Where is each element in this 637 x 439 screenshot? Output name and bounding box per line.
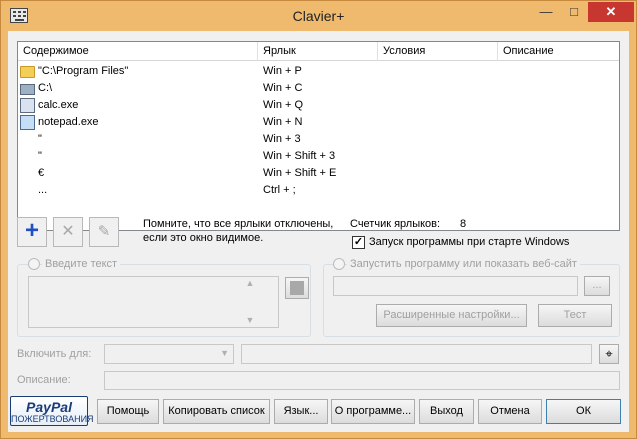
close-button[interactable]: ✕ — [588, 2, 634, 22]
notepad-icon — [20, 115, 35, 130]
window-picker-button[interactable]: ⌖ — [599, 344, 619, 364]
counter-label: Счетчик ярлыков: — [350, 218, 441, 230]
table-row[interactable]: C:\ Win + C — [18, 80, 619, 97]
disabled-note-line1: Помните, что все ярлыки отключены, — [143, 218, 334, 230]
delete-icon: ✕ — [61, 223, 75, 240]
cell-shortcut: Ctrl + ; — [263, 184, 296, 196]
cell-shortcut: Win + P — [263, 65, 302, 77]
startup-label[interactable]: Запуск программы при старте Windows — [369, 236, 569, 248]
paypal-donate-button[interactable]: PayPal ПОЖЕРТВОВАНИЯ — [10, 396, 94, 426]
counter-value: 8 — [460, 218, 467, 230]
cell-shortcut: Win + N — [263, 116, 303, 128]
column-header-shortcut[interactable]: Ярлык — [258, 42, 378, 61]
copy-list-button[interactable]: Копировать список — [163, 399, 270, 424]
table-row[interactable]: notepad.exe Win + N — [18, 114, 619, 131]
help-button[interactable]: Помощь — [97, 399, 159, 424]
browse-button[interactable]: ... — [584, 276, 610, 296]
cell-content: C:\ — [38, 82, 53, 94]
table-row[interactable]: ... Ctrl + ; — [18, 182, 619, 199]
cell-content: " — [38, 133, 42, 145]
ok-button[interactable]: ОК — [546, 399, 621, 424]
paypal-logo: PayPal — [26, 399, 72, 415]
column-header-conditions[interactable]: Условия — [378, 42, 498, 61]
chevron-down-icon: ▼ — [220, 348, 229, 358]
startup-checkbox[interactable]: ✓ — [352, 236, 365, 249]
crosshair-icon: ⌖ — [605, 346, 613, 361]
pencil-icon: ✎ — [97, 223, 111, 240]
dialog-client: Содержимое Ярлык Условия Описание "C:\Pr… — [8, 31, 629, 432]
cell-content: notepad.exe — [38, 116, 99, 128]
program-input[interactable] — [333, 276, 578, 296]
plus-icon: + — [24, 217, 39, 244]
program-radio[interactable] — [333, 258, 345, 270]
description-label: Описание: — [17, 374, 71, 386]
table-row[interactable]: " Win + 3 — [18, 131, 619, 148]
text-input[interactable] — [28, 276, 279, 328]
exit-button[interactable]: Выход — [419, 399, 474, 424]
column-header-description[interactable]: Описание — [498, 42, 619, 61]
title-bar[interactable]: Clavier+ — □ ✕ — [1, 1, 636, 31]
advanced-settings-button[interactable]: Расширенные настройки... — [376, 304, 527, 327]
cell-content: " — [38, 150, 42, 162]
shortcuts-list[interactable]: Содержимое Ярлык Условия Описание "C:\Pr… — [17, 41, 620, 231]
add-shortcut-button[interactable]: + — [17, 217, 47, 247]
cell-content: calc.exe — [38, 99, 79, 111]
cell-shortcut: Win + Shift + E — [263, 167, 337, 179]
drive-icon — [20, 84, 35, 95]
minimize-button[interactable]: — — [531, 2, 561, 22]
disabled-note-line2: если это окно видимое. — [143, 232, 264, 244]
text-radio[interactable] — [28, 258, 40, 270]
scroll-up-icon[interactable]: ▲ — [244, 277, 256, 289]
description-input[interactable] — [104, 371, 620, 390]
folder-icon — [20, 66, 35, 78]
table-row[interactable]: "C:\Program Files" Win + P — [18, 63, 619, 80]
square-icon — [290, 281, 304, 295]
language-button[interactable]: Язык... — [274, 399, 328, 424]
enable-for-input[interactable] — [241, 344, 592, 364]
table-row[interactable]: € Win + Shift + E — [18, 165, 619, 182]
cell-shortcut: Win + Shift + 3 — [263, 150, 336, 162]
calculator-icon — [20, 98, 35, 113]
about-button[interactable]: О программе... — [331, 399, 415, 424]
enable-for-select[interactable]: ▼ — [104, 344, 234, 364]
table-row[interactable]: " Win + Shift + 3 — [18, 148, 619, 165]
main-window: Clavier+ — □ ✕ Содержимое Ярлык Условия … — [0, 0, 637, 439]
cancel-button[interactable]: Отмена — [478, 399, 542, 424]
cell-shortcut: Win + 3 — [263, 133, 301, 145]
maximize-button[interactable]: □ — [561, 2, 587, 22]
column-header-content[interactable]: Содержимое — [18, 42, 258, 61]
test-button[interactable]: Тест — [538, 304, 612, 327]
cell-shortcut: Win + Q — [263, 99, 304, 111]
cell-shortcut: Win + C — [263, 82, 303, 94]
scroll-down-icon[interactable]: ▼ — [244, 314, 256, 326]
program-group-label[interactable]: Запустить программу или показать веб-сай… — [347, 258, 580, 270]
enable-for-label: Включить для: — [17, 348, 92, 360]
delete-shortcut-button[interactable]: ✕ — [53, 217, 83, 247]
paypal-caption: ПОЖЕРТВОВАНИЯ — [11, 414, 94, 424]
table-row[interactable]: calc.exe Win + Q — [18, 97, 619, 114]
cell-content: ... — [38, 184, 48, 196]
edit-shortcut-button[interactable]: ✎ — [89, 217, 119, 247]
special-key-button[interactable] — [285, 277, 309, 299]
text-group-label[interactable]: Введите текст — [42, 258, 121, 270]
cell-content: "C:\Program Files" — [38, 65, 129, 77]
cell-content: € — [38, 167, 45, 179]
list-header: Содержимое Ярлык Условия Описание — [18, 42, 619, 61]
